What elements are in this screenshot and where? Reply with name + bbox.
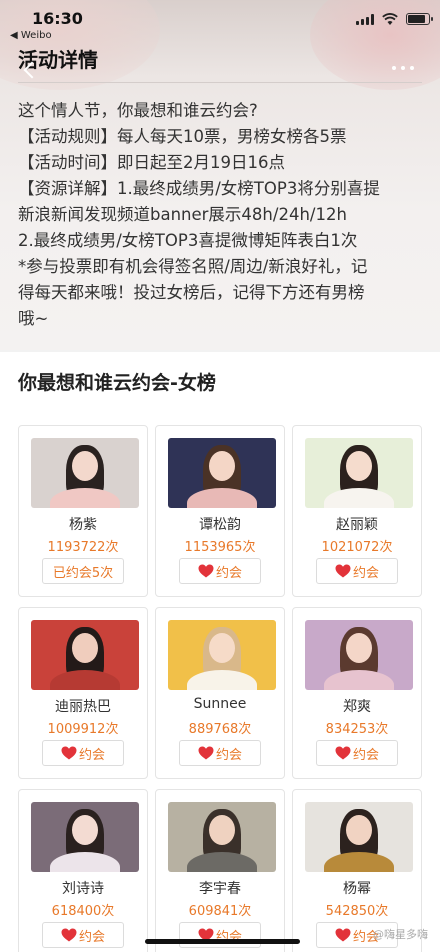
candidate-photo <box>305 802 413 872</box>
battery-icon <box>406 13 433 25</box>
candidate-card[interactable]: 杨紫 1193722次 已约会5次 <box>18 425 148 597</box>
status-time: 16:30 <box>32 9 83 28</box>
vote-count: 1153965次 <box>184 540 256 555</box>
desc-line: 2.最终成绩男/女榜TOP3喜提微博矩阵表白1次 <box>18 231 358 250</box>
heart-icon <box>61 746 77 760</box>
desc-line: 新浪新闻发现频道banner展示48h/24h/12h <box>18 205 347 224</box>
candidate-card[interactable]: 迪丽热巴 1009912次约会 <box>18 607 148 779</box>
heart-icon <box>335 928 351 942</box>
signal-icon <box>356 14 374 25</box>
desc-line: 【活动规则】每人每天10票，男榜女榜各5票 <box>18 127 347 146</box>
button-label: 约会 <box>352 565 379 581</box>
candidate-photo <box>168 620 276 690</box>
date-vote-button[interactable]: 约会 <box>42 740 124 766</box>
watermark: @嗨星多嗨 <box>373 928 428 941</box>
date-vote-button[interactable]: 约会 <box>42 922 124 948</box>
home-indicator[interactable] <box>145 939 300 944</box>
desc-line: 这个情人节，你最想和谁云约会? <box>18 101 258 120</box>
vote-count: 834253次 <box>325 722 389 737</box>
date-vote-button[interactable]: 约会 <box>179 740 261 766</box>
candidate-card[interactable]: Sunnee 889768次约会 <box>155 607 285 779</box>
candidate-name: 赵丽颖 <box>336 517 378 533</box>
desc-line: 【资源详解】1.最终成绩男/女榜TOP3将分别喜提 <box>18 179 380 198</box>
candidate-photo <box>31 438 139 508</box>
desc-line: *参与投票即有机会得签名照/周边/新浪好礼，记 <box>18 257 368 276</box>
candidate-card[interactable]: 赵丽颖 1021072次约会 <box>292 425 422 597</box>
candidate-card[interactable]: 李宇春 609841次约会 <box>155 789 285 952</box>
button-label: 约会 <box>352 747 379 763</box>
heart-icon <box>335 746 351 760</box>
candidate-name: 李宇春 <box>199 881 241 897</box>
button-label: 约会 <box>215 747 242 763</box>
vote-count: 1009912次 <box>47 722 119 737</box>
candidate-name: 杨幂 <box>343 881 371 897</box>
vote-count: 609841次 <box>188 904 252 919</box>
heart-icon <box>198 746 214 760</box>
desc-line: 哦~ <box>18 309 49 328</box>
header-area: 16:30 ◀ Weibo 活动详情 这个情人节，你最想和谁云约会? 【活动规则… <box>0 0 440 350</box>
date-vote-button[interactable]: 约会 <box>179 922 261 948</box>
vote-count: 1193722次 <box>47 540 119 555</box>
candidate-photo <box>305 438 413 508</box>
vote-count: 542850次 <box>325 904 389 919</box>
candidate-photo <box>305 620 413 690</box>
candidate-photo <box>168 438 276 508</box>
heart-icon <box>198 564 214 578</box>
section-title: 你最想和谁云约会-女榜 <box>18 372 216 394</box>
candidate-card[interactable]: 刘诗诗 618400次约会 <box>18 789 148 952</box>
dated-count-button[interactable]: 已约会5次 <box>42 558 124 584</box>
candidate-name: 杨紫 <box>69 517 97 533</box>
candidate-name: 郑爽 <box>343 699 371 715</box>
button-label: 已约会5次 <box>52 565 114 581</box>
vote-count: 618400次 <box>51 904 115 919</box>
date-vote-button[interactable]: 约会 <box>316 740 398 766</box>
candidate-name: Sunnee <box>193 696 247 712</box>
back-to-app-link[interactable]: ◀ Weibo <box>10 30 52 41</box>
button-label: 约会 <box>78 929 105 945</box>
candidate-card[interactable]: 谭松韵 1153965次约会 <box>155 425 285 597</box>
candidate-name: 迪丽热巴 <box>55 699 111 715</box>
date-vote-button[interactable]: 约会 <box>316 558 398 584</box>
more-options-icon[interactable] <box>392 66 414 70</box>
heart-icon <box>61 928 77 942</box>
candidate-photo <box>31 620 139 690</box>
status-bar: 16:30 ◀ Weibo <box>0 0 440 41</box>
candidate-card[interactable]: 郑爽 834253次约会 <box>292 607 422 779</box>
vote-count: 1021072次 <box>321 540 393 555</box>
vote-count: 889768次 <box>188 722 252 737</box>
date-vote-button[interactable]: 约会 <box>179 558 261 584</box>
desc-line: 【活动时间】即日起至2月19日16点 <box>18 153 285 172</box>
button-label: 约会 <box>78 747 105 763</box>
candidate-photo <box>168 802 276 872</box>
wifi-icon <box>382 13 398 25</box>
divider <box>18 82 422 83</box>
desc-line: 得每天都来哦！投过女榜后，记得下方还有男榜 <box>18 283 365 302</box>
candidate-name: 谭松韵 <box>199 517 241 533</box>
candidate-name: 刘诗诗 <box>62 881 104 897</box>
heart-icon <box>335 564 351 578</box>
candidate-photo <box>31 802 139 872</box>
ranking-section: 你最想和谁云约会-女榜 杨紫 1193722次 已约会5次 谭松韵 1153965次约会… <box>0 352 440 952</box>
button-label: 约会 <box>215 565 242 581</box>
activity-description: 这个情人节，你最想和谁云约会? 【活动规则】每人每天10票，男榜女榜各5票 【活… <box>18 98 428 332</box>
